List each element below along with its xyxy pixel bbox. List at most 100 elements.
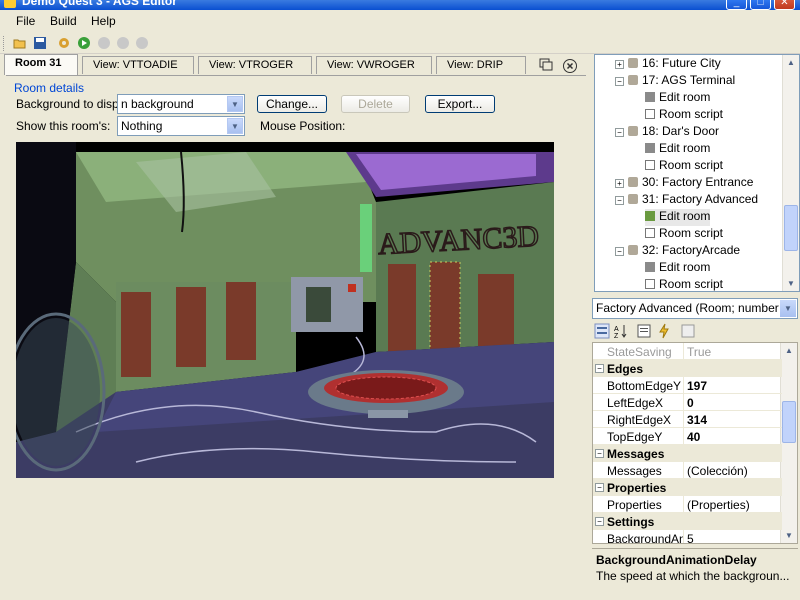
chevron-down-icon[interactable]: ▼: [227, 96, 243, 112]
show-select[interactable]: Nothing ▼: [117, 116, 245, 136]
tree-expander-icon[interactable]: +: [615, 60, 624, 69]
property-pages-icon[interactable]: [680, 323, 696, 339]
property-category[interactable]: − Settings: [593, 513, 782, 530]
open-folder-icon[interactable]: [13, 36, 27, 50]
property-name: BottomEdgeY: [607, 379, 682, 393]
show-label: Show this room's:: [16, 119, 111, 133]
tree-room-script-item[interactable]: Room script: [645, 277, 723, 291]
tree-room-item[interactable]: 32: FactoryArcade: [628, 243, 740, 260]
property-category[interactable]: − Properties: [593, 479, 782, 496]
tree-edit-room-item[interactable]: Edit room: [645, 260, 710, 277]
tree-expander-icon[interactable]: −: [615, 128, 624, 137]
scroll-down-icon[interactable]: ▼: [784, 276, 798, 291]
property-row[interactable]: BackgroundAn 5: [593, 530, 782, 543]
tree-scrollbar[interactable]: ▲ ▼: [782, 55, 799, 291]
tree-expander-icon[interactable]: −: [615, 247, 624, 256]
property-description: BackgroundAnimationDelay The speed at wh…: [592, 548, 798, 600]
property-category[interactable]: − Edges: [593, 360, 782, 377]
tree-edit-room-item[interactable]: Edit room: [645, 141, 710, 158]
property-value[interactable]: 5: [687, 532, 694, 543]
description-title: BackgroundAnimationDelay: [596, 553, 757, 567]
tree-room-script-item[interactable]: Room script: [645, 107, 723, 124]
property-value[interactable]: (Properties): [687, 498, 750, 512]
tree-expander-icon[interactable]: −: [615, 196, 624, 205]
property-row[interactable]: BottomEdgeY 197: [593, 377, 782, 394]
pause-icon[interactable]: [97, 36, 111, 50]
properties-icon[interactable]: [636, 323, 652, 339]
property-value[interactable]: 314: [687, 413, 707, 427]
stop-icon[interactable]: [116, 36, 130, 50]
property-row[interactable]: TopEdgeY 40: [593, 428, 782, 445]
property-row[interactable]: StateSaving True: [593, 343, 782, 360]
tree-edit-room-item[interactable]: Edit room: [645, 90, 710, 107]
menu-build[interactable]: Build: [50, 14, 77, 28]
room-canvas[interactable]: ADVANC3D: [16, 142, 554, 478]
tree-room-script-item[interactable]: Room script: [645, 226, 723, 243]
tab-view-drip[interactable]: View: DRIP: [436, 56, 526, 74]
collapse-icon[interactable]: −: [595, 483, 604, 492]
run-icon[interactable]: [77, 36, 91, 50]
room-folder-icon: [628, 177, 638, 187]
maximize-icon[interactable]: □: [750, 0, 771, 10]
close-icon[interactable]: ✕: [774, 0, 795, 10]
close-tab-icon[interactable]: [562, 58, 578, 74]
tree-room-item[interactable]: 16: Future City: [628, 56, 721, 73]
menu-file[interactable]: File: [16, 14, 35, 28]
edit-room-icon: [645, 211, 655, 221]
property-value[interactable]: (Colección): [687, 464, 748, 478]
property-row[interactable]: Messages (Colección): [593, 462, 782, 479]
step-icon[interactable]: [135, 36, 149, 50]
svg-text:Z: Z: [614, 333, 619, 339]
tab-view-vwroger[interactable]: View: VWROGER: [316, 56, 432, 74]
tree-room-script-item[interactable]: Room script: [645, 158, 723, 175]
tree-edit-room-item[interactable]: Edit room: [645, 209, 711, 226]
tab-view-vtroger[interactable]: View: VTROGER: [198, 56, 312, 74]
property-value[interactable]: True: [687, 345, 711, 359]
column-divider: [683, 411, 684, 428]
property-value[interactable]: 197: [687, 379, 707, 393]
collapse-icon[interactable]: −: [595, 517, 604, 526]
save-icon[interactable]: [33, 36, 47, 50]
property-object-select[interactable]: Factory Advanced (Room; number ▼: [592, 298, 798, 319]
menu-help[interactable]: Help: [91, 14, 116, 28]
scrollbar-thumb[interactable]: [784, 205, 798, 251]
scroll-down-icon[interactable]: ▼: [782, 528, 796, 543]
property-grid-scrollbar[interactable]: ▲ ▼: [780, 343, 797, 543]
tree-item-label: Edit room: [659, 209, 711, 223]
events-icon[interactable]: [656, 323, 672, 339]
property-row[interactable]: RightEdgeX 314: [593, 411, 782, 428]
tree-room-item[interactable]: 30: Factory Entrance: [628, 175, 753, 192]
minimize-icon[interactable]: _: [726, 0, 747, 10]
delete-button[interactable]: Delete: [341, 95, 410, 113]
tree-room-item[interactable]: 17: AGS Terminal: [628, 73, 735, 90]
tree-expander-icon[interactable]: −: [615, 77, 624, 86]
tab-room-31[interactable]: Room 31: [4, 54, 78, 75]
chevron-down-icon[interactable]: ▼: [227, 118, 243, 134]
tree-item-label: 16: Future City: [642, 56, 721, 70]
window-list-icon[interactable]: [538, 58, 554, 72]
tab-view-vttoadie[interactable]: View: VTTOADIE: [82, 56, 194, 74]
tree-room-item[interactable]: 31: Factory Advanced: [628, 192, 758, 209]
scrollbar-thumb[interactable]: [782, 401, 796, 443]
sort-alphabetical-icon[interactable]: AZ: [613, 323, 629, 339]
property-row[interactable]: Properties (Properties): [593, 496, 782, 513]
property-value[interactable]: 0: [687, 396, 694, 410]
property-value[interactable]: 40: [687, 430, 700, 444]
chevron-down-icon[interactable]: ▼: [780, 300, 796, 317]
export-button[interactable]: Export...: [425, 95, 495, 113]
categorized-icon[interactable]: [594, 323, 610, 339]
tree-room-item[interactable]: 18: Dar's Door: [628, 124, 719, 141]
collapse-icon[interactable]: −: [595, 364, 604, 373]
tree-expander-icon[interactable]: +: [615, 179, 624, 188]
background-select[interactable]: n background ▼: [117, 94, 245, 114]
scroll-up-icon[interactable]: ▲: [784, 55, 798, 70]
tree-item-label: Edit room: [659, 90, 711, 104]
collapse-icon[interactable]: −: [595, 449, 604, 458]
property-category[interactable]: − Messages: [593, 445, 782, 462]
property-row[interactable]: LeftEdgeX 0: [593, 394, 782, 411]
tree-item-label: Edit room: [659, 260, 711, 274]
settings-gear-icon[interactable]: [57, 36, 71, 50]
scroll-up-icon[interactable]: ▲: [782, 343, 796, 358]
description-text: The speed at which the backgroun...: [596, 569, 790, 583]
change-button[interactable]: Change...: [257, 95, 327, 113]
